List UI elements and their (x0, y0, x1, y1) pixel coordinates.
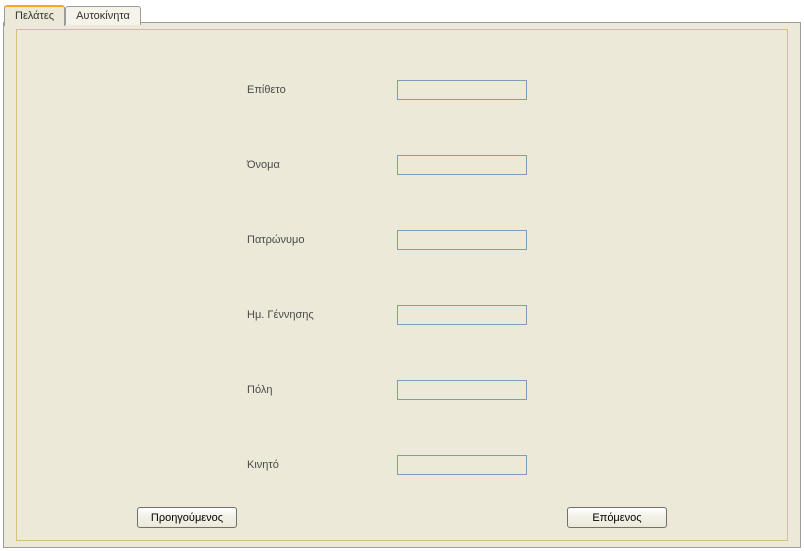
label-city: Πόλη (247, 384, 367, 396)
label-birthdate: Ημ. Γέννησης (247, 309, 367, 321)
form-frame: Επίθετο Όνομα Πατρώνυμο Ημ. Γέννησης Πόλ… (16, 29, 788, 541)
input-surname[interactable] (397, 80, 527, 100)
label-mobile: Κινητό (247, 459, 367, 471)
next-button[interactable]: Επόμενος (567, 507, 667, 528)
previous-button[interactable]: Προηγούμενος (137, 507, 237, 528)
tab-cars[interactable]: Αυτοκίνητα (65, 6, 141, 25)
tab-panel: Επίθετο Όνομα Πατρώνυμο Ημ. Γέννησης Πόλ… (3, 22, 801, 548)
input-name[interactable] (397, 155, 527, 175)
input-city[interactable] (397, 380, 527, 400)
label-fathersname: Πατρώνυμο (247, 234, 367, 246)
input-mobile[interactable] (397, 455, 527, 475)
app-window: Πελάτες Αυτοκίνητα Επίθετο Όνομα Πατρώνυ… (0, 0, 804, 551)
tab-customers-label: Πελάτες (15, 10, 54, 22)
input-birthdate[interactable] (397, 305, 527, 325)
input-fathersname[interactable] (397, 230, 527, 250)
tab-customers[interactable]: Πελάτες (4, 5, 65, 26)
label-name: Όνομα (247, 159, 367, 171)
label-surname: Επίθετο (247, 84, 367, 96)
tab-cars-label: Αυτοκίνητα (76, 10, 130, 22)
tab-strip: Πελάτες Αυτοκίνητα (4, 4, 141, 25)
